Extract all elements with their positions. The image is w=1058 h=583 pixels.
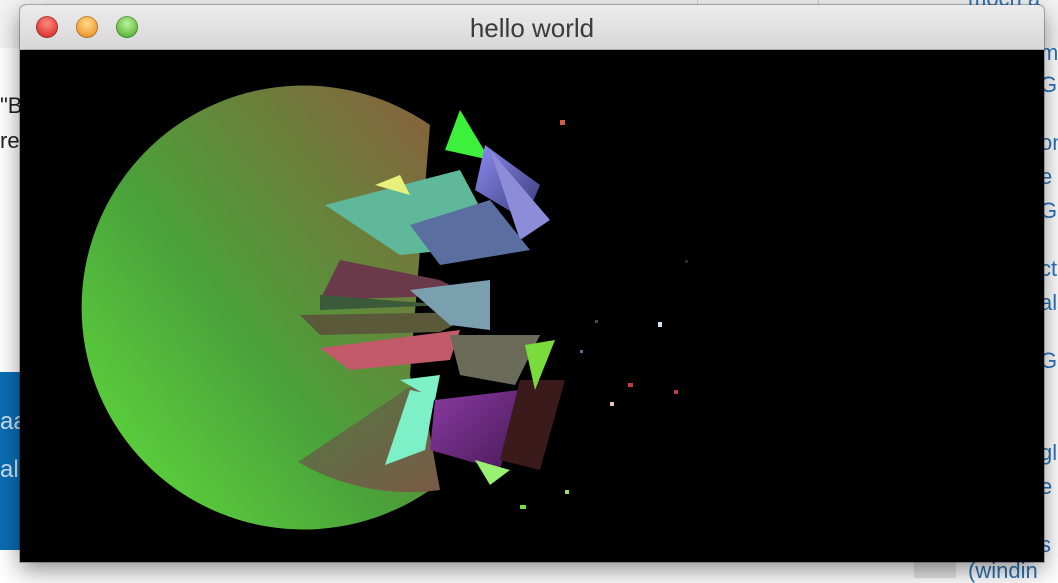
app-window: hello world [20, 5, 1044, 562]
background-text: re [0, 128, 20, 153]
background-link[interactable]: (windin [968, 560, 1038, 582]
window-title: hello world [469, 13, 595, 43]
background-panel-text: al [0, 456, 19, 483]
render-canvas[interactable] [20, 50, 1044, 562]
rendered-3d-scene [81, 85, 688, 530]
window-titlebar[interactable]: hello world [20, 5, 1044, 50]
